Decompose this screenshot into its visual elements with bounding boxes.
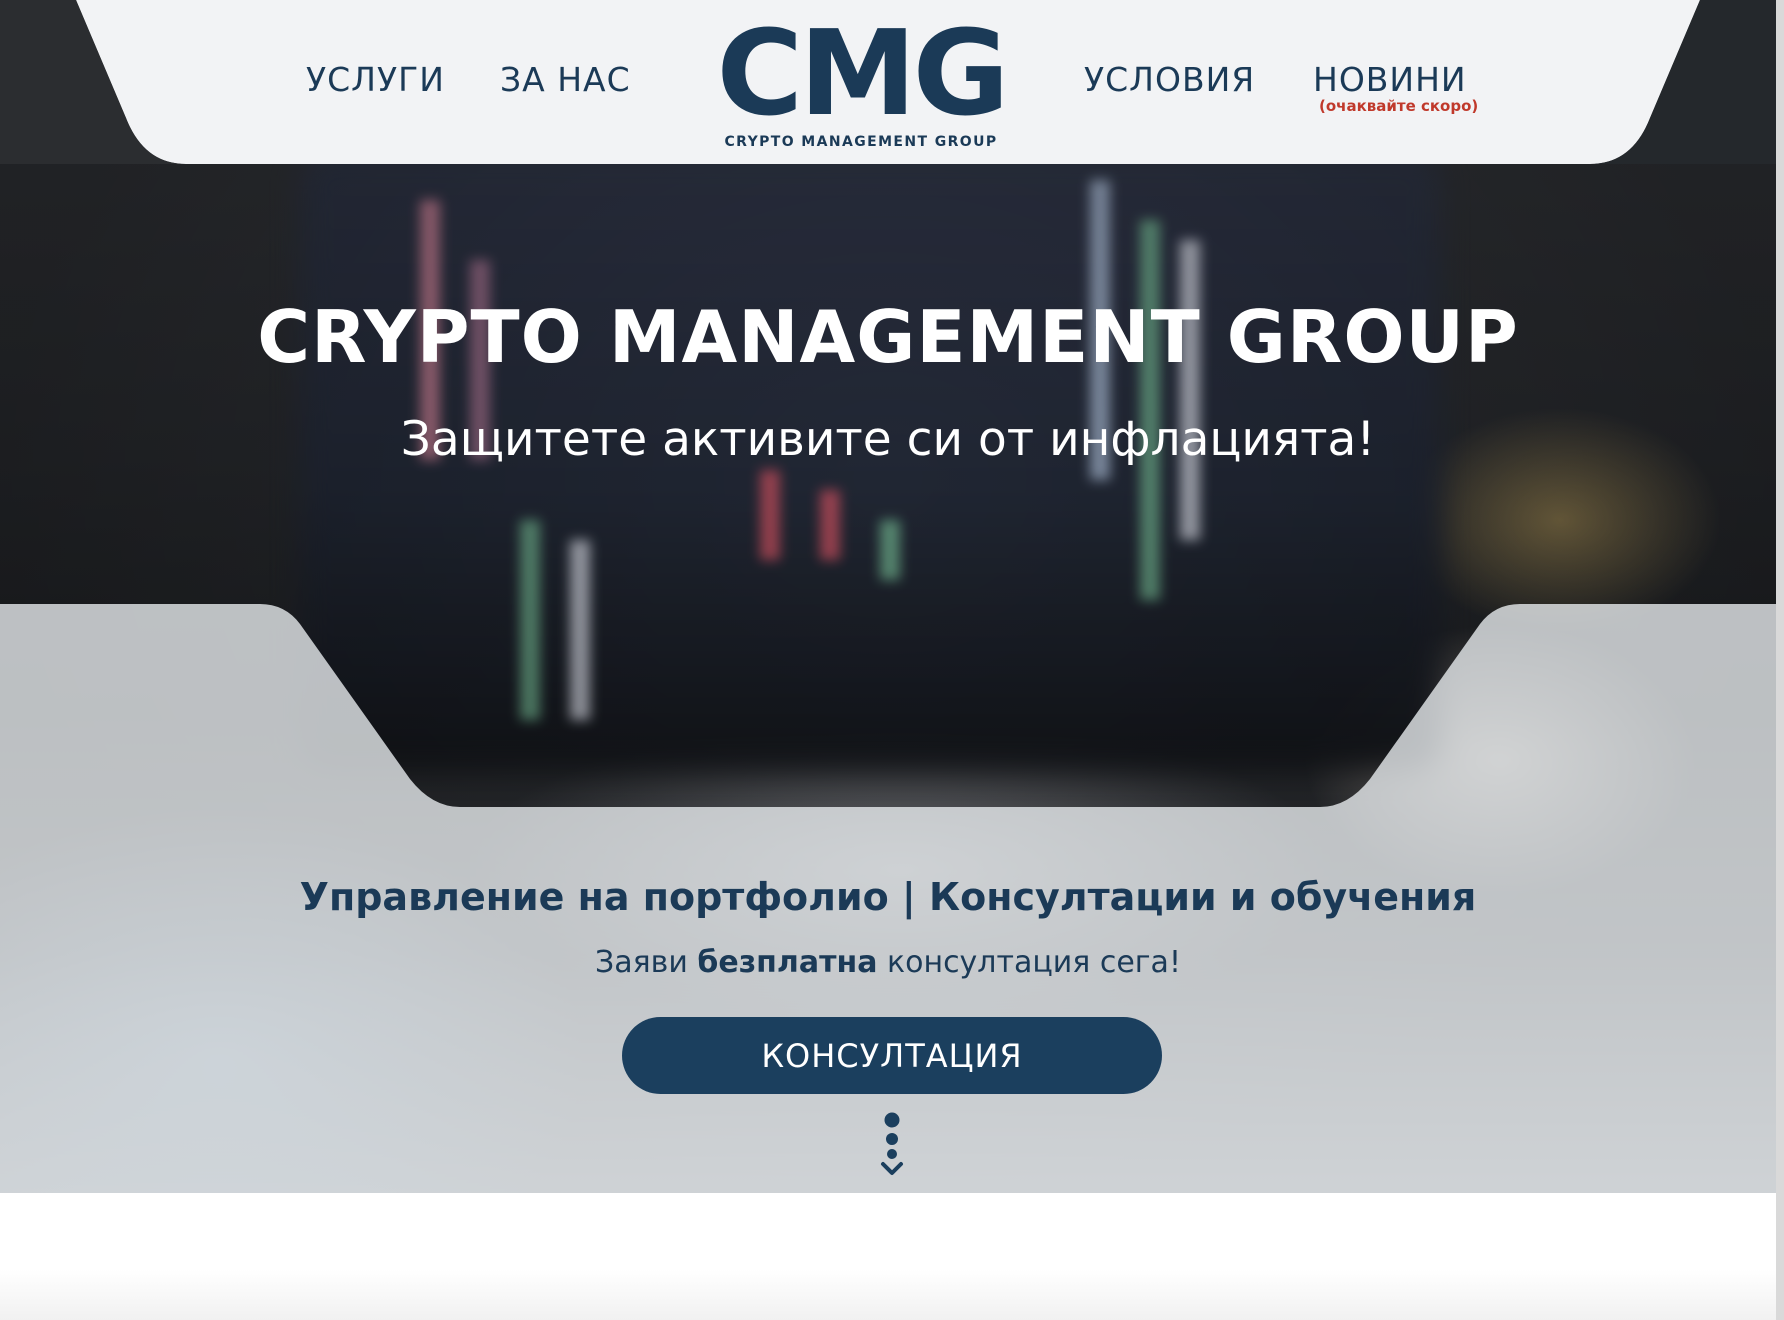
- nav-link-about[interactable]: ЗА НАС: [500, 60, 631, 99]
- scrollbar[interactable]: [1776, 0, 1784, 1320]
- hero-subtitle: Защитете активите си от инфлацията!: [400, 412, 1376, 467]
- nav-link-services[interactable]: УСЛУГИ: [306, 60, 445, 99]
- scroll-down-icon[interactable]: [877, 1112, 907, 1178]
- nav-link-terms[interactable]: УСЛОВИЯ: [1084, 60, 1255, 99]
- logo[interactable]: CMG CRYPTO MANAGEMENT GROUP: [708, 8, 1014, 152]
- logo-tagline: CRYPTO MANAGEMENT GROUP: [724, 134, 998, 150]
- logo-wordmark: CMG: [716, 4, 1010, 142]
- cta-text-bold: безплатна: [697, 945, 878, 980]
- page: УСЛУГИ ЗА НАС CMG CRYPTO MANAGEMENT GROU…: [0, 0, 1784, 1320]
- nav-link-news[interactable]: НОВИНИ: [1313, 60, 1467, 99]
- cta-text-suffix: консултация сега!: [877, 945, 1181, 980]
- hero-title: CRYPTO MANAGEMENT GROUP: [257, 295, 1519, 379]
- cta-text: Заяви безплатна консултация сега!: [0, 945, 1776, 980]
- site-header: УСЛУГИ ЗА НАС CMG CRYPTO MANAGEMENT GROU…: [0, 0, 1776, 166]
- cta-text-prefix: Заяви: [595, 945, 698, 980]
- services-line: Управление на портфолио | Консултации и …: [299, 875, 1477, 919]
- consultation-button[interactable]: КОНСУЛТАЦИЯ: [622, 1017, 1162, 1094]
- content-area-below-hero: [0, 1193, 1776, 1320]
- nav-news-coming-soon: (очаквайте скоро): [1319, 97, 1479, 115]
